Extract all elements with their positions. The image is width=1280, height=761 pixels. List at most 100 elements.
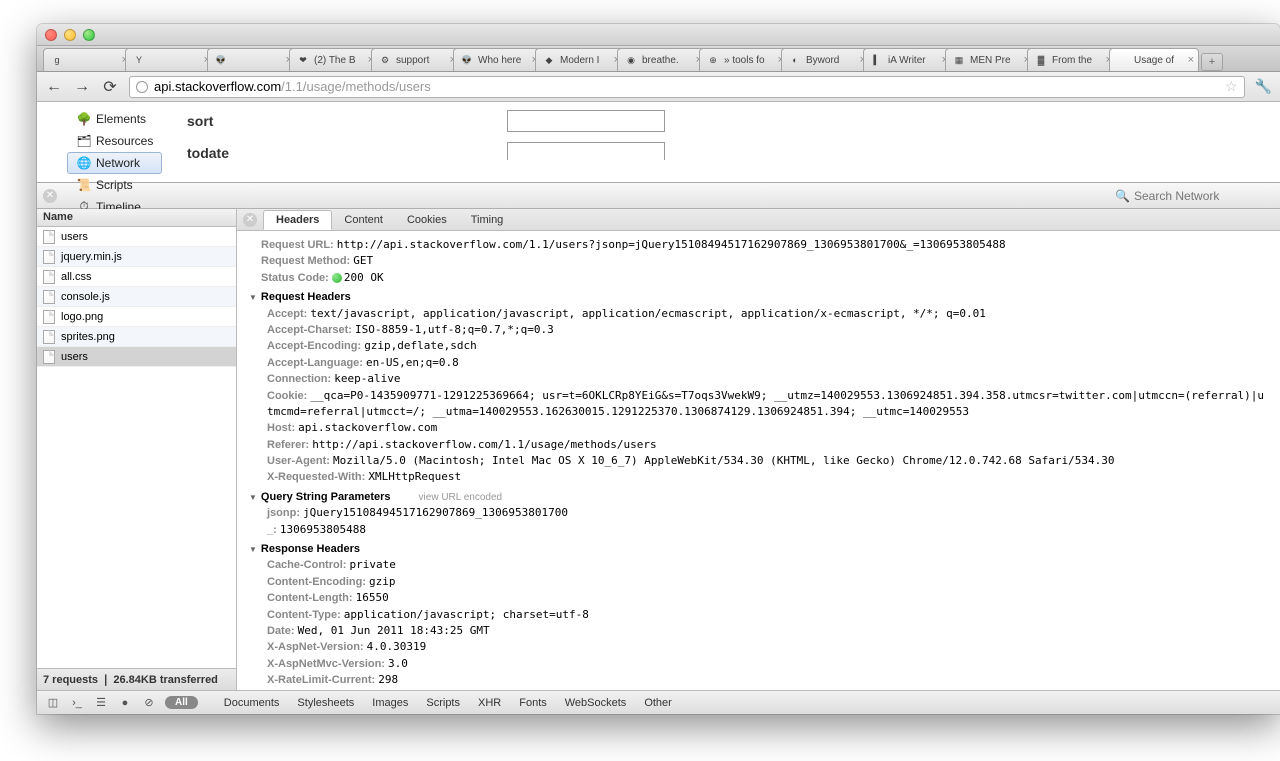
panel-resources[interactable]: 🗂Resources <box>67 130 162 152</box>
filter-documents[interactable]: Documents <box>224 697 280 709</box>
zoom-window-button[interactable] <box>83 29 95 41</box>
request-name: jquery.min.js <box>61 251 122 263</box>
header-key: _: <box>267 524 277 536</box>
form-label-todate: todate <box>187 145 507 160</box>
browser-tab[interactable]: ◆Modern I× <box>535 48 625 71</box>
favicon-icon: g <box>50 53 64 67</box>
detail-tab-content[interactable]: Content <box>332 211 395 229</box>
favicon-icon: ◉ <box>624 53 638 67</box>
request-row[interactable]: jquery.min.js <box>37 247 236 267</box>
network-summary: 7 requests ❘ 26.84KB transferred <box>37 668 236 690</box>
panel-scripts[interactable]: 📜Scripts <box>67 174 162 196</box>
header-key: Host: <box>267 422 295 434</box>
header-value: keep-alive <box>334 372 400 385</box>
favicon-icon: ❤ <box>296 53 310 67</box>
browser-tab[interactable]: ⚙support× <box>371 48 461 71</box>
detail-tab-timing[interactable]: Timing <box>459 211 516 229</box>
panel-elements[interactable]: 🌳Elements <box>67 108 162 130</box>
header-value: Mozilla/5.0 (Macintosh; Intel Mac OS X 1… <box>333 454 1114 467</box>
detail-tab-cookies[interactable]: Cookies <box>395 211 459 229</box>
devtools-close-icon[interactable]: ✕ <box>43 189 57 203</box>
filter-scripts[interactable]: Scripts <box>426 697 460 709</box>
request-row[interactable]: all.css <box>37 267 236 287</box>
request-headers-section[interactable]: Request Headers <box>249 290 1268 305</box>
titlebar <box>37 24 1280 46</box>
filter-all-pill[interactable]: All <box>165 696 198 709</box>
browser-tab[interactable]: g× <box>43 48 133 71</box>
close-window-button[interactable] <box>45 29 57 41</box>
sort-input[interactable] <box>507 110 665 132</box>
elements-icon: 🌳 <box>76 111 92 127</box>
headers-pane: Request URL: http://api.stackoverflow.co… <box>237 231 1280 690</box>
browser-tab[interactable]: ❤(2) The B× <box>289 48 379 71</box>
address-bar[interactable]: api.stackoverflow.com/1.1/usage/methods/… <box>129 76 1245 98</box>
record-icon[interactable]: ● <box>117 695 133 711</box>
list-icon[interactable]: ☰ <box>93 695 109 711</box>
filter-images[interactable]: Images <box>372 697 408 709</box>
column-header-name[interactable]: Name <box>37 209 236 227</box>
close-tab-icon[interactable]: × <box>1188 54 1194 66</box>
header-key: Accept: <box>267 308 307 320</box>
filter-xhr[interactable]: XHR <box>478 697 501 709</box>
browser-tab[interactable]: ◐Byword× <box>781 48 871 71</box>
request-row[interactable]: users <box>37 227 236 247</box>
header-value: jQuery15108494517162907869_1306953801700 <box>303 506 568 519</box>
new-tab-button[interactable]: + <box>1201 53 1223 71</box>
detail-close-icon[interactable]: ✕ <box>243 213 257 227</box>
minimize-window-button[interactable] <box>64 29 76 41</box>
console-toggle-icon[interactable]: ›_ <box>69 695 85 711</box>
file-icon <box>43 290 55 304</box>
browser-tab[interactable]: ▍iA Writer× <box>863 48 953 71</box>
request-detail: ✕ HeadersContentCookiesTiming Request UR… <box>237 209 1280 690</box>
request-row[interactable]: console.js <box>37 287 236 307</box>
favicon-icon: ⊕ <box>706 53 720 67</box>
browser-tab[interactable]: ▦MEN Pre× <box>945 48 1035 71</box>
filter-fonts[interactable]: Fonts <box>519 697 547 709</box>
header-key: Connection: <box>267 373 331 385</box>
response-headers-section[interactable]: Response Headers <box>249 542 1268 557</box>
todate-input[interactable] <box>507 142 665 160</box>
detail-tab-headers[interactable]: Headers <box>263 210 332 230</box>
status-code-value: 200 OK <box>344 271 384 284</box>
browser-tab[interactable]: ⊕» tools fo× <box>699 48 789 71</box>
header-key: Accept-Charset: <box>267 324 352 336</box>
filter-other[interactable]: Other <box>644 697 672 709</box>
request-name: all.css <box>61 271 92 283</box>
favicon-icon: ▦ <box>952 53 966 67</box>
browser-tab[interactable]: ▓From the× <box>1027 48 1117 71</box>
bookmark-star-icon[interactable]: ☆ <box>1225 78 1238 95</box>
tab-label: iA Writer <box>888 55 926 66</box>
status-ok-icon <box>332 273 342 283</box>
panel-network[interactable]: 🌐Network <box>67 152 162 174</box>
dock-icon[interactable]: ◫ <box>45 695 61 711</box>
request-row[interactable]: sprites.png <box>37 327 236 347</box>
file-icon <box>43 270 55 284</box>
favicon-icon: 👽 <box>460 53 474 67</box>
query-string-section[interactable]: Query String Parametersview URL encoded <box>249 490 1268 505</box>
tab-label: Who here <box>478 55 521 66</box>
view-url-encoded-link[interactable]: view URL encoded <box>419 491 503 505</box>
browser-tab[interactable]: ◉breathe.× <box>617 48 707 71</box>
tab-label: (2) The B <box>314 55 356 66</box>
request-url-label: Request URL: <box>261 239 334 251</box>
browser-tab[interactable]: 👽× <box>207 48 297 71</box>
browser-tab[interactable]: Y× <box>125 48 215 71</box>
browser-tab[interactable]: 👽Who here× <box>453 48 543 71</box>
request-row[interactable]: logo.png <box>37 307 236 327</box>
forward-button[interactable]: → <box>73 78 91 96</box>
url-text: api.stackoverflow.com/1.1/usage/methods/… <box>154 79 431 94</box>
network-search-input[interactable] <box>1134 189 1274 203</box>
tab-label: Modern I <box>560 55 599 66</box>
header-value: 1306953805488 <box>280 523 366 536</box>
network-search[interactable]: 🔍 <box>1115 189 1274 203</box>
header-value: XMLHttpRequest <box>368 470 461 483</box>
filter-stylesheets[interactable]: Stylesheets <box>297 697 354 709</box>
wrench-menu-icon[interactable]: 🔧 <box>1255 78 1272 95</box>
filter-websockets[interactable]: WebSockets <box>565 697 627 709</box>
browser-tab[interactable]: Usage of× <box>1109 48 1199 71</box>
request-row[interactable]: users <box>37 347 236 367</box>
reload-button[interactable]: ⟳ <box>101 78 119 96</box>
clear-icon[interactable]: ⊘ <box>141 695 157 711</box>
back-button[interactable]: ← <box>45 78 63 96</box>
header-value: Wed, 01 Jun 2011 18:43:25 GMT <box>298 624 490 637</box>
